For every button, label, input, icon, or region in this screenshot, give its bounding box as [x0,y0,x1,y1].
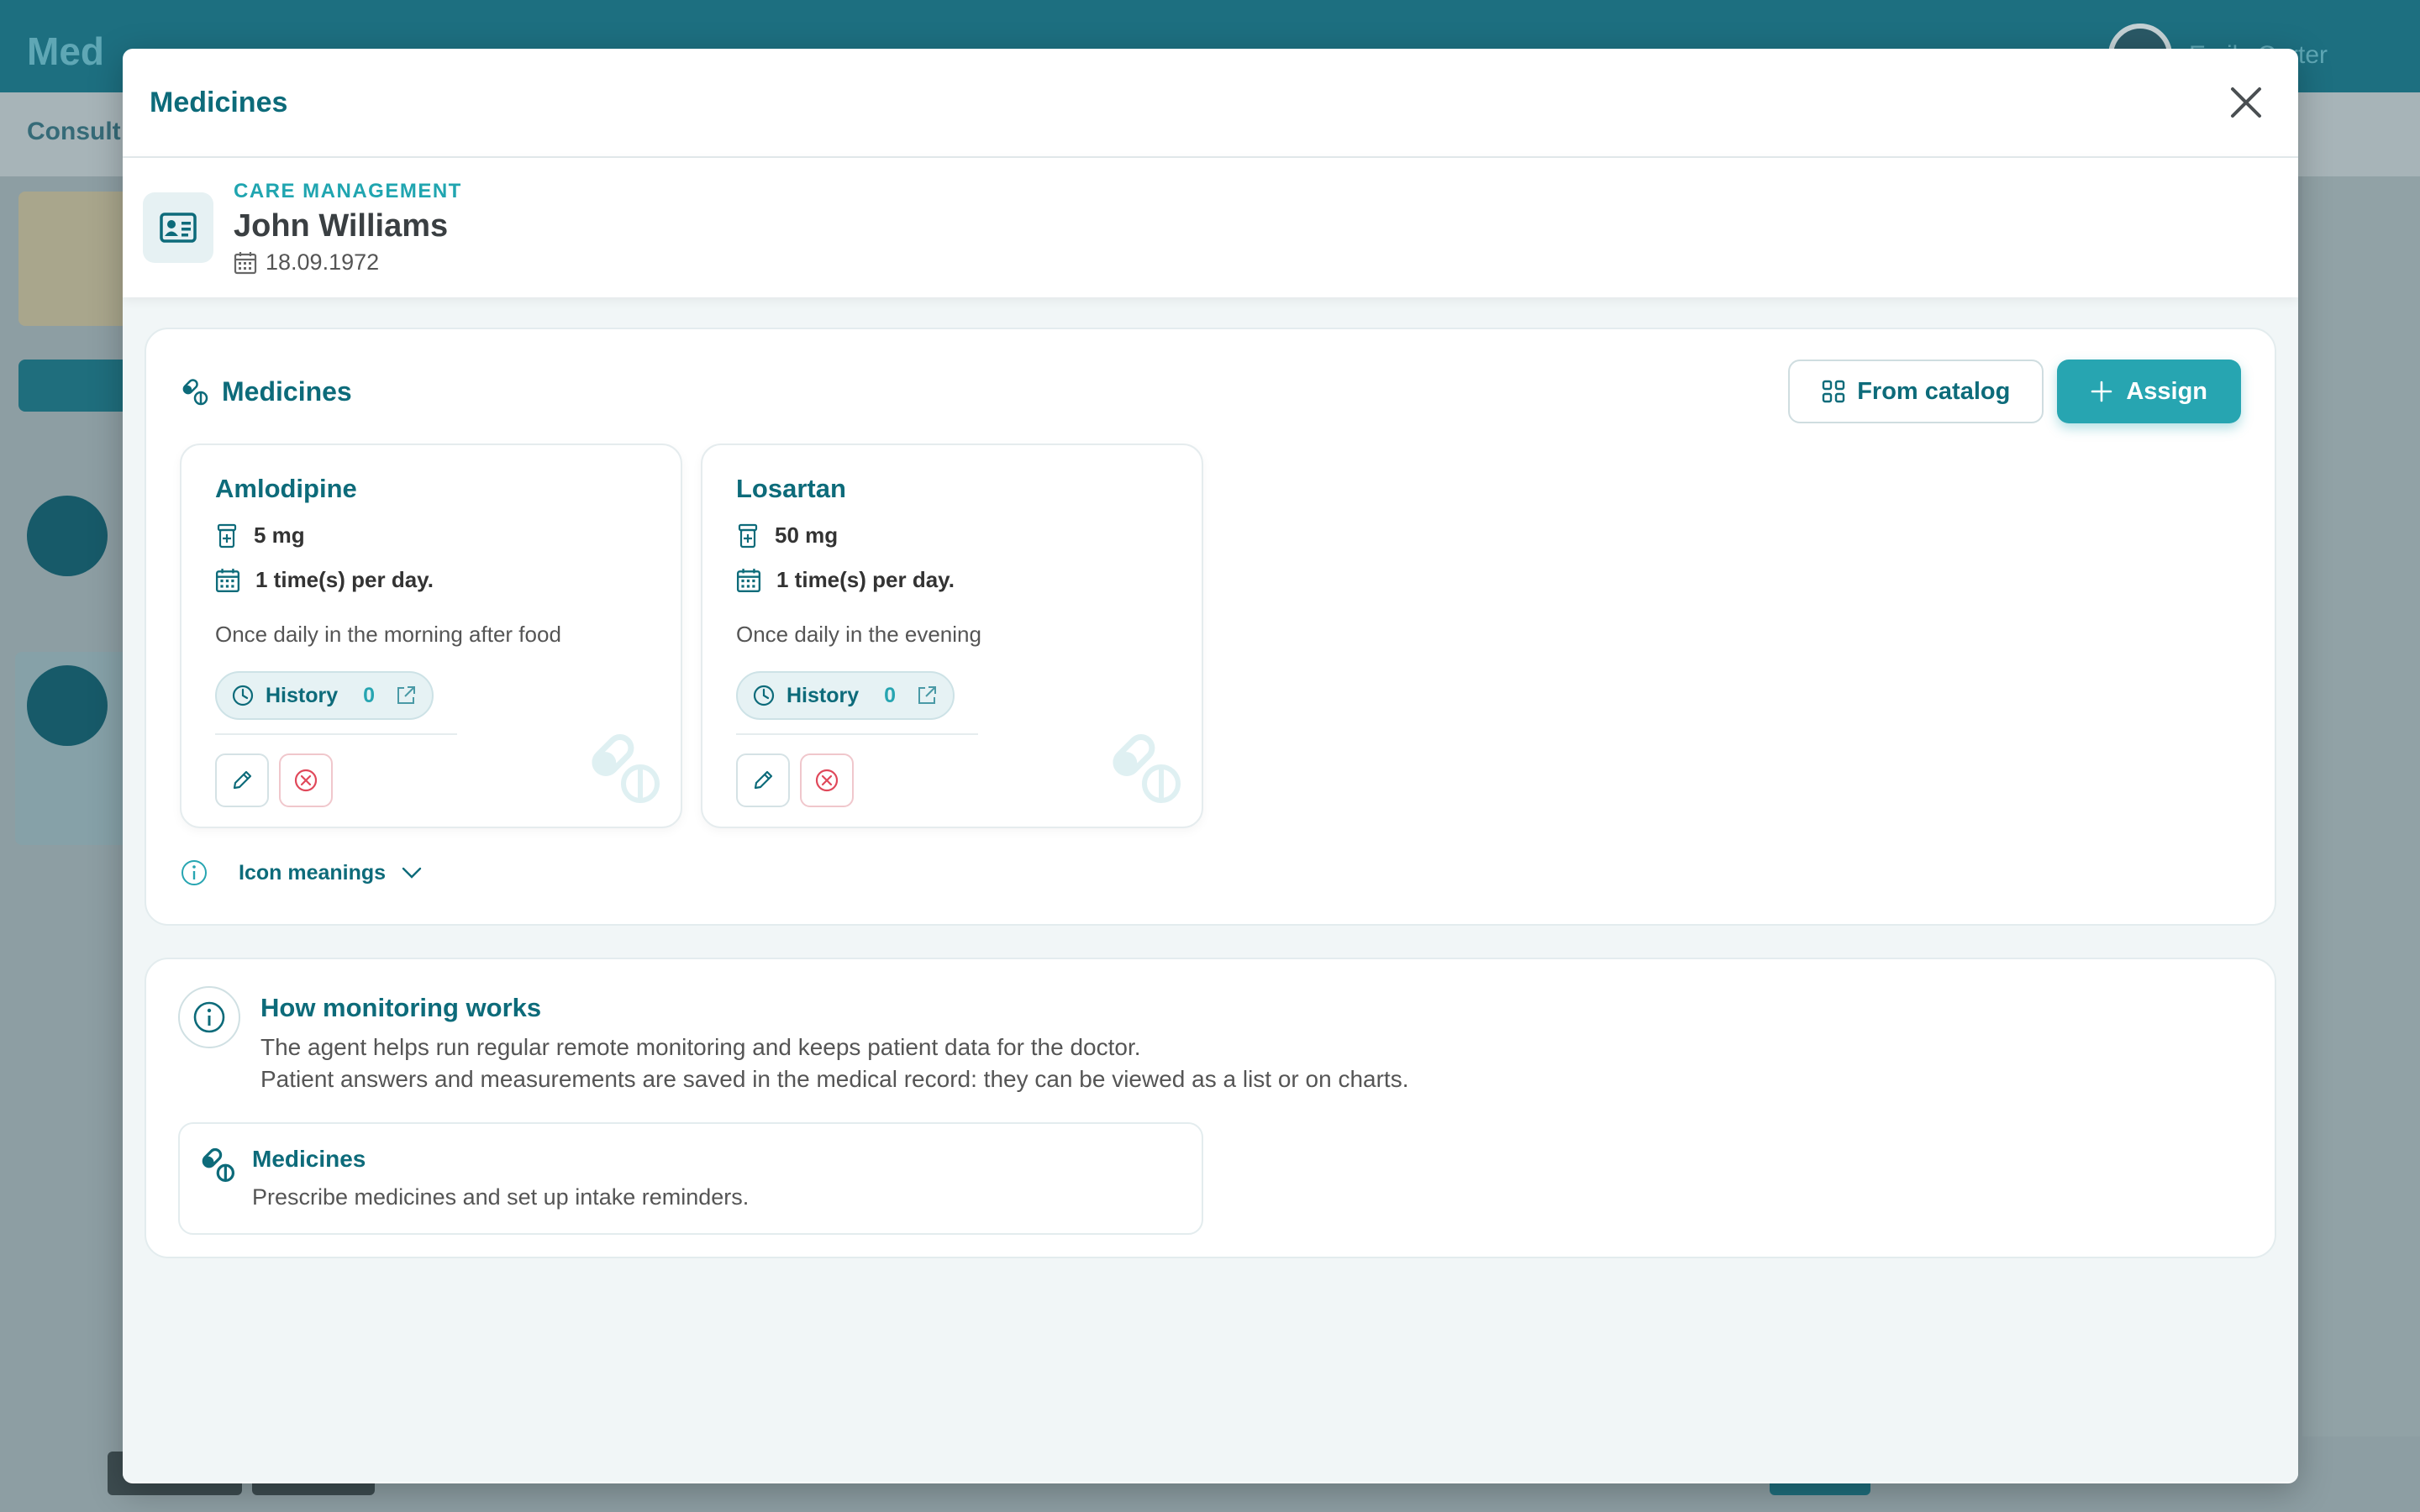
medicine-note: Once daily in the morning after food [215,622,561,647]
monitoring-text: How monitoring works The agent helps run… [260,986,1408,1095]
external-link-icon [918,686,937,704]
assign-button[interactable]: Assign [2057,360,2241,423]
patient-caption: CARE MANAGEMENT [234,180,462,202]
monitoring-card-text: Medicines Prescribe medicines and set up… [252,1146,749,1211]
medicine-dose-value: 50 mg [775,522,839,548]
medicine-frequency: 1 time(s) per day. [736,567,1168,593]
pencil-icon [233,770,252,790]
modal-content: Medicines From catalog Assign Amlodipine… [123,297,2298,1482]
background-avatar-1 [27,496,108,576]
from-catalog-label: From catalog [1857,377,2011,405]
medicine-dose: 50 mg [736,522,1168,549]
medicine-dose-value: 5 mg [254,522,305,548]
medicine-frequency-value: 1 time(s) per day. [776,567,955,592]
pencil-icon [754,770,773,790]
close-icon [2231,87,2261,118]
pill-bottle-icon [217,523,237,548]
medicines-section-title: Medicines [180,376,352,407]
patient-dob-value: 18.09.1972 [266,249,380,275]
clock-icon [753,685,775,706]
delete-button[interactable] [279,753,333,807]
monitoring-title: How monitoring works [260,993,542,1022]
close-button[interactable] [2223,79,2270,126]
background-nav-label: Consult [27,118,121,145]
medicine-frequency: 1 time(s) per day. [215,567,647,593]
pill-bottle-icon [738,523,758,548]
calendar-icon [215,568,240,592]
monitoring-card-description: Prescribe medicines and set up intake re… [252,1184,750,1210]
clock-icon [232,685,254,706]
medicines-section: Medicines From catalog Assign Amlodipine… [145,328,2276,926]
history-label: History [266,683,339,707]
medicines-section-label: Medicines [222,375,352,407]
medicine-note: Once daily in the evening [736,622,981,647]
monitoring-header: How monitoring works The agent helps run… [178,986,2243,1095]
history-count: 0 [363,683,376,707]
modal-title: Medicines [150,86,288,118]
medicine-name: Amlodipine [215,474,357,503]
monitoring-medicines-card: Medicines Prescribe medicines and set up… [178,1122,1203,1235]
external-link-icon [397,686,416,704]
delete-button[interactable] [800,753,854,807]
monitoring-line-2: Patient answers and measurements are sav… [260,1066,1409,1092]
grid-icon [1823,380,1845,403]
section-actions: From catalog Assign [1788,360,2241,423]
chevron-down-icon [402,867,422,879]
patient-info: CARE MANAGEMENT John Williams 18.09.1972 [234,180,462,276]
info-circle-icon [178,986,240,1048]
medicine-list: Amlodipine 5 mg 1 time(s) per day. Once … [180,444,2241,828]
card-divider [736,733,978,735]
medicine-dose: 5 mg [215,522,647,549]
medicines-modal: Medicines CARE MANAGEMENT John Williams [123,49,2298,1483]
pills-watermark-icon [583,727,664,811]
edit-button[interactable] [215,753,269,807]
assign-label: Assign [2126,377,2207,405]
patient-name: John Williams [234,208,449,244]
background-right-panel [2302,176,2420,1436]
pills-watermark-icon [1104,727,1185,811]
medicines-section-header: Medicines From catalog Assign [180,360,2241,423]
calendar-icon [234,251,257,274]
icon-meanings-toggle[interactable]: Icon meanings [180,858,2241,887]
cancel-circle-icon [815,769,839,792]
medicine-name: Losartan [736,474,846,503]
calendar-icon [736,568,761,592]
history-count: 0 [884,683,897,707]
patient-dob: 18.09.1972 [234,249,462,276]
card-actions [736,753,1168,807]
card-actions [215,753,647,807]
medicine-frequency-value: 1 time(s) per day. [255,567,434,592]
cancel-circle-icon [294,769,318,792]
monitoring-line-1: The agent helps run regular remote monit… [260,1034,1141,1060]
history-button[interactable]: History 0 [736,671,955,720]
modal-header: Medicines [123,49,2298,158]
patient-card-icon [143,192,213,263]
pills-icon [182,379,208,406]
from-catalog-button[interactable]: From catalog [1788,360,2044,423]
patient-header: CARE MANAGEMENT John Williams 18.09.1972 [123,158,2298,297]
plus-icon [2091,381,2112,402]
card-divider [215,733,457,735]
monitoring-info: How monitoring works The agent helps run… [145,958,2276,1258]
history-button[interactable]: History 0 [215,671,434,720]
edit-button[interactable] [736,753,790,807]
icon-meanings-label: Icon meanings [239,860,387,885]
monitoring-card-title: Medicines [252,1146,366,1172]
info-icon [182,860,207,885]
pills-icon [202,1147,235,1183]
background-avatar-2 [27,665,108,746]
medicine-card: Amlodipine 5 mg 1 time(s) per day. Once … [180,444,682,828]
background-logo: Med [27,29,104,73]
medicine-card: Losartan 50 mg 1 time(s) per day. Once d… [701,444,1203,828]
history-label: History [786,683,860,707]
